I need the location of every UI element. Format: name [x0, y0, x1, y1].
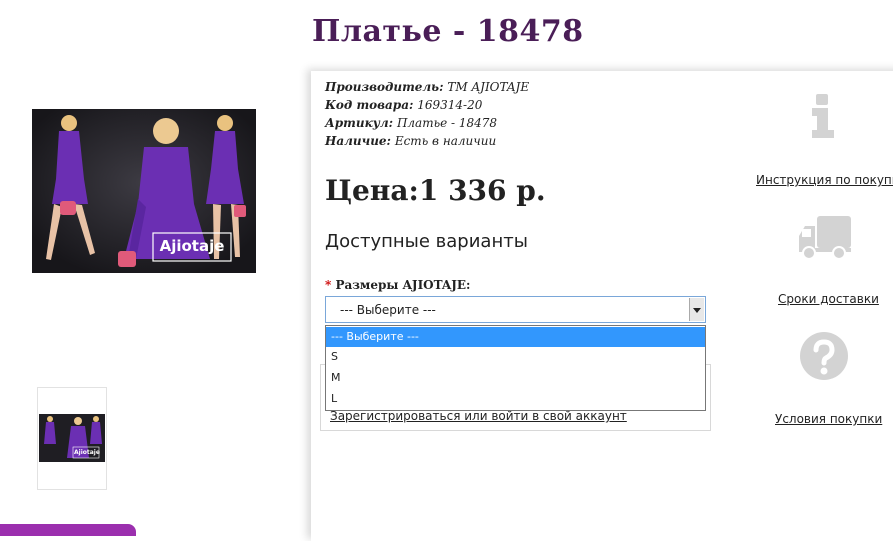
- product-main-image[interactable]: Ajiotaje: [32, 109, 256, 273]
- product-info: Производитель: ТМ AJIOTAJE Код товара: 1…: [325, 78, 529, 150]
- size-dropdown[interactable]: --- Выберите --- S M L: [325, 325, 706, 411]
- code-row: Код товара: 169314-20: [325, 96, 529, 114]
- price: Цена:1 336 р.: [325, 174, 546, 207]
- availability-value: Есть в наличии: [394, 134, 497, 148]
- manufacturer-row: Производитель: ТМ AJIOTAJE: [325, 78, 529, 96]
- terms-link[interactable]: Условия покупки: [775, 412, 882, 426]
- truck-icon[interactable]: [797, 214, 853, 264]
- brand-logo: Ajiotaje: [159, 237, 225, 255]
- delivery-link[interactable]: Сроки доставки: [778, 292, 879, 306]
- thumbnail-image: Ajiotaje: [39, 414, 105, 462]
- size-select-value: --- Выберите ---: [340, 303, 436, 317]
- article-row: Артикул: Платье - 18478: [325, 114, 529, 132]
- code-value: 169314-20: [417, 98, 483, 112]
- page-title: Платье - 18478: [312, 14, 584, 49]
- product-thumbnail[interactable]: Ajiotaje: [37, 387, 107, 490]
- size-option-default[interactable]: --- Выберите ---: [326, 327, 705, 347]
- chevron-down-icon[interactable]: [689, 298, 704, 321]
- article-value: Платье - 18478: [396, 116, 498, 130]
- size-label-text: Размеры AJIOTAJE:: [335, 278, 471, 292]
- thumbnail-logo: Ajiotaje: [74, 449, 100, 456]
- manufacturer-label: Производитель:: [325, 80, 444, 94]
- accent-bar: [0, 524, 136, 536]
- size-option-m[interactable]: M: [326, 368, 705, 388]
- size-label: * Размеры AJIOTAJE:: [325, 278, 470, 292]
- availability-label: Наличие:: [325, 134, 391, 148]
- article-label: Артикул:: [325, 116, 394, 130]
- manufacturer-value: ТМ AJIOTAJE: [447, 80, 530, 94]
- info-icon[interactable]: [810, 92, 838, 144]
- size-select[interactable]: --- Выберите ---: [325, 296, 706, 323]
- question-icon[interactable]: [798, 330, 850, 386]
- required-mark: *: [325, 278, 332, 292]
- code-label: Код товара:: [325, 98, 414, 112]
- login-link[interactable]: Зарегистрироваться или войти в свой акка…: [330, 409, 627, 423]
- variants-heading: Доступные варианты: [325, 231, 528, 252]
- availability-row: Наличие: Есть в наличии: [325, 132, 529, 150]
- size-option-l[interactable]: L: [326, 389, 705, 409]
- size-option-s[interactable]: S: [326, 347, 705, 367]
- instruction-link[interactable]: Инструкция по покупке: [756, 173, 893, 187]
